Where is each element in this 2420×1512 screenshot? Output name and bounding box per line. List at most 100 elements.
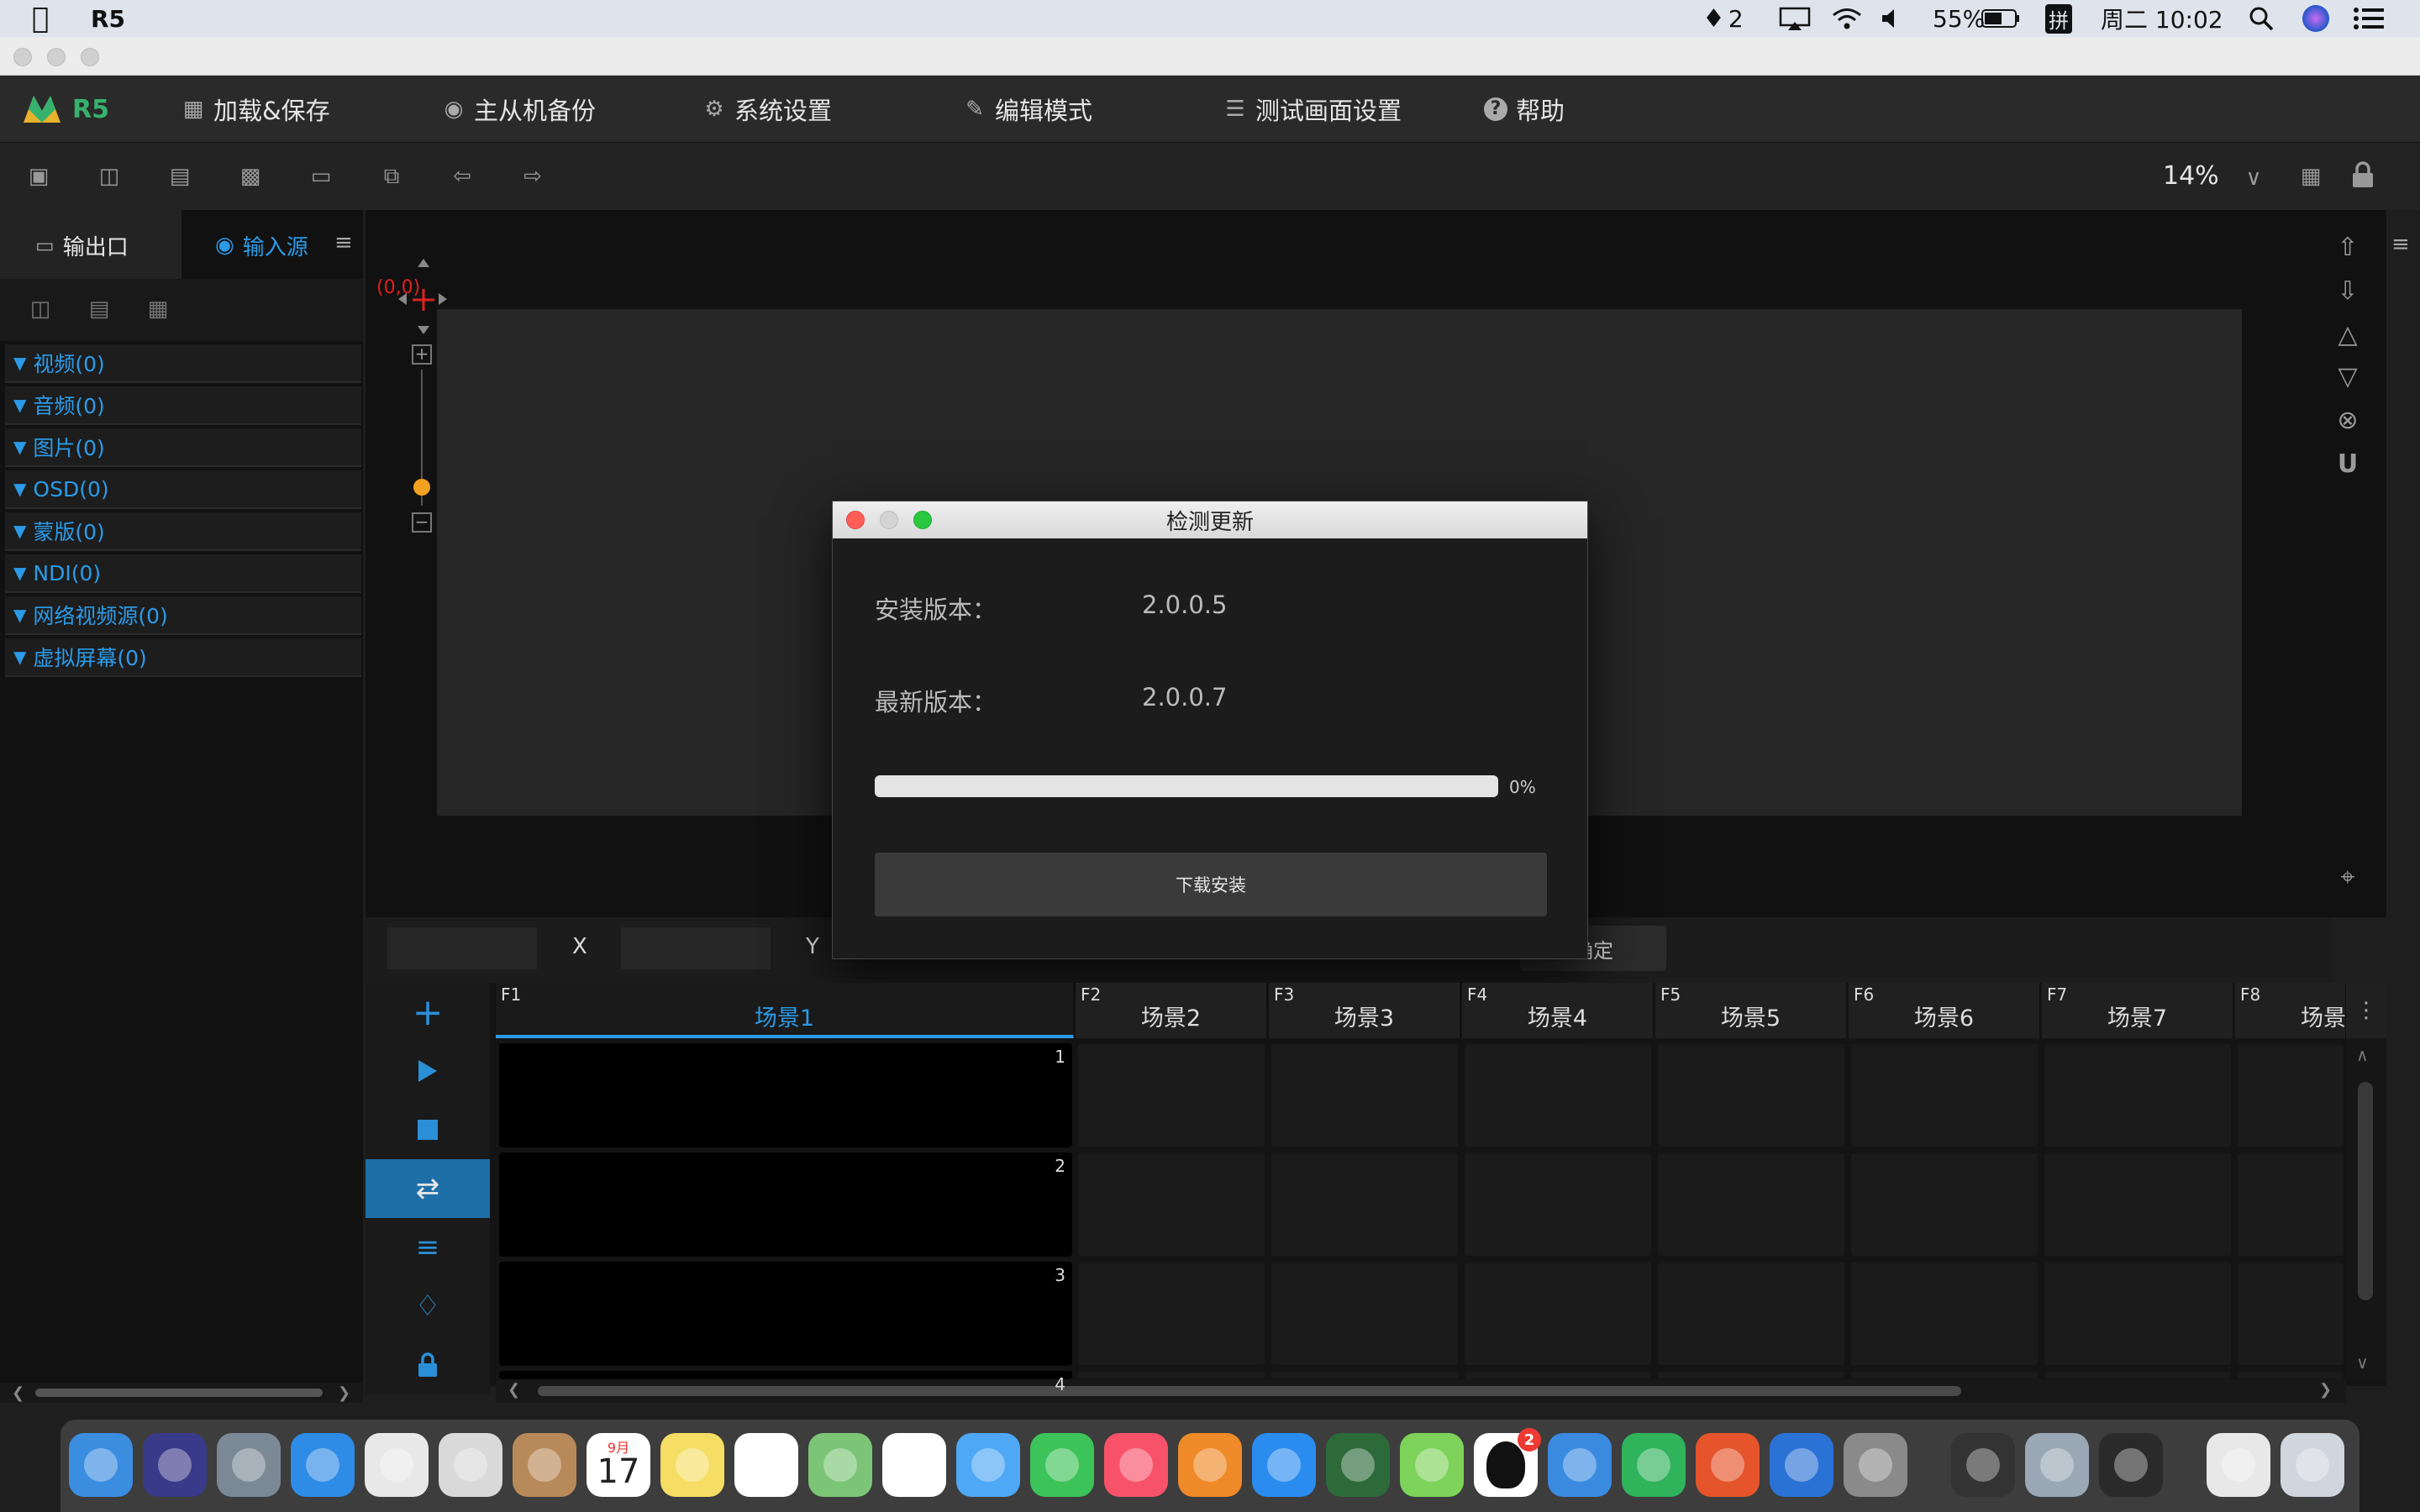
scroll-left-icon[interactable]: ❮ [508, 1381, 520, 1399]
scene-cell[interactable] [2237, 1262, 2344, 1366]
dock-preview[interactable] [439, 1433, 502, 1497]
dock-app-store[interactable] [1252, 1433, 1316, 1497]
scene-cell[interactable] [1657, 1043, 1845, 1147]
airplay-icon[interactable] [1778, 0, 1812, 37]
tab-scene-4[interactable]: F4 场景4 [1462, 983, 1654, 1038]
save-as-icon[interactable]: ▩ [235, 161, 266, 192]
scene-cell[interactable] [2044, 1262, 2232, 1366]
scroll-down-icon[interactable]: ∨ [2356, 1352, 2369, 1373]
scene-cell[interactable] [1077, 1152, 1265, 1257]
dock-pvp[interactable] [1326, 1433, 1390, 1497]
notification-center-icon[interactable] [2353, 0, 2385, 37]
clean-icon[interactable]: ♢ [366, 1277, 490, 1336]
dock-contacts[interactable] [513, 1433, 576, 1497]
grid-view-icon[interactable]: ▦ [143, 294, 173, 324]
fit-screen-icon[interactable]: ▦ [2296, 161, 2326, 192]
scene-main-cell[interactable]: 2 [499, 1152, 1072, 1257]
scene-cell[interactable] [1464, 1152, 1652, 1257]
dock-finder[interactable] [69, 1433, 133, 1497]
zoom-in-button[interactable]: + [412, 344, 432, 365]
tab-scene-7[interactable]: F7 场景7 [2042, 983, 2233, 1038]
dialog-close-button[interactable] [846, 511, 865, 529]
pan-control[interactable] [392, 255, 447, 336]
zoom-level[interactable]: 14% [2163, 161, 2219, 191]
dock-notes[interactable] [660, 1433, 724, 1497]
scene-main-cell[interactable]: 1 [499, 1043, 1072, 1147]
siri-icon[interactable] [2302, 0, 2329, 37]
menu-help[interactable]: ? 帮助 [1484, 76, 1565, 143]
tab-scene-6[interactable]: F6 场景6 [1849, 983, 2040, 1038]
scene-main-cell[interactable]: 4 [499, 1371, 1072, 1394]
dock-safari[interactable] [291, 1433, 355, 1497]
dock-document-stack[interactable] [2207, 1433, 2270, 1497]
name-field[interactable] [387, 927, 537, 969]
menubar-app-name[interactable]: R5 [91, 0, 125, 37]
horizontal-scrollbar[interactable]: ❮ ❯ [0, 1383, 363, 1403]
save-icon[interactable]: ▤ [165, 161, 195, 192]
scene-cell[interactable] [1464, 1371, 1652, 1379]
tab-scene-1[interactable]: F1 场景1 [496, 983, 1074, 1038]
dock-image-capture[interactable] [2025, 1433, 2089, 1497]
menu-test-pattern-settings[interactable]: ☰ 测试画面设置 [1223, 76, 1402, 143]
lock-scene-icon[interactable] [366, 1336, 490, 1394]
scene-cell[interactable] [2044, 1043, 2232, 1147]
menu-master-slave-backup[interactable]: ◉ 主从机备份 [442, 76, 596, 143]
scene-main-cell[interactable]: 3 [499, 1262, 1072, 1366]
dock-maps[interactable] [808, 1433, 872, 1497]
vertical-scrollbar[interactable]: ∧ ∨ [2346, 1038, 2386, 1379]
export-icon[interactable]: ⇨ [518, 161, 548, 192]
scene-cell[interactable] [1270, 1371, 1459, 1379]
qq-status-item[interactable]: ♦ 2 [1702, 0, 1744, 37]
zoom-slider-handle[interactable] [413, 479, 430, 496]
menu-edit-mode[interactable]: ✎ 编辑模式 [963, 76, 1092, 143]
scene-cell[interactable] [1850, 1152, 2039, 1257]
copy-icon[interactable]: ⧉ [376, 161, 407, 192]
open-folder-icon[interactable]: ◫ [94, 161, 124, 192]
scrollbar-thumb[interactable] [35, 1389, 323, 1397]
clear-layer-icon[interactable]: ⊗ [2332, 405, 2364, 437]
add-scene-icon[interactable]: + [366, 983, 490, 1042]
scene-cell[interactable] [1850, 1371, 2039, 1379]
scene-cell[interactable] [1270, 1152, 1459, 1257]
category-item[interactable]: ▼ 音频(0) [5, 386, 361, 425]
dock-photos[interactable] [882, 1433, 946, 1497]
category-item[interactable]: ▼ 视频(0) [5, 344, 361, 383]
loop-icon[interactable]: ⇄ [366, 1159, 490, 1218]
scroll-up-icon[interactable]: ∧ [2356, 1045, 2369, 1065]
scene-cell[interactable] [1850, 1043, 2039, 1147]
screen-icon[interactable]: ▭ [306, 161, 336, 192]
tab-output[interactable]: ▭ 输出口 [35, 217, 129, 274]
category-item[interactable]: ▼ 蒙版(0) [5, 512, 361, 551]
magnet-icon[interactable]: U [2332, 449, 2364, 480]
sort-icon[interactable]: ≡ [366, 1218, 490, 1277]
dock-reminders[interactable] [734, 1433, 798, 1497]
scene-cell[interactable] [1270, 1043, 1459, 1147]
bring-to-top-icon[interactable]: △ [2332, 319, 2364, 351]
import-icon[interactable]: ⇦ [447, 161, 477, 192]
category-item[interactable]: ▼ 网络视频源(0) [5, 596, 361, 635]
tab-scene-3[interactable]: F3 场景3 [1269, 983, 1460, 1038]
stop-icon[interactable] [366, 1100, 490, 1159]
wifi-icon[interactable] [1830, 0, 1864, 37]
dock-trash[interactable] [2281, 1433, 2344, 1497]
dock-excel[interactable] [1622, 1433, 1686, 1497]
collapse-panel-icon[interactable]: ≡ [334, 230, 353, 255]
dock-siri[interactable] [143, 1433, 207, 1497]
collapse-right-panel-icon[interactable]: ≡ [2391, 232, 2410, 257]
scene-horizontal-scrollbar[interactable]: ❮ ❯ [496, 1379, 2346, 1403]
minimize-window-button[interactable] [47, 48, 66, 66]
play-icon[interactable] [366, 1042, 490, 1100]
dock-chrome[interactable] [365, 1433, 429, 1497]
scene-cell[interactable] [1657, 1152, 1845, 1257]
x-input[interactable] [621, 927, 771, 969]
menu-system-settings[interactable]: ⚙ 系统设置 [702, 76, 832, 143]
send-backward-icon[interactable]: ⇩ [2332, 276, 2364, 307]
scene-cell[interactable] [1657, 1262, 1845, 1366]
dock-qq[interactable]: 2 [1474, 1428, 1541, 1497]
download-install-button[interactable]: 下载安装 [875, 853, 1547, 916]
dock-messages[interactable] [956, 1433, 1020, 1497]
scene-cell[interactable] [1464, 1043, 1652, 1147]
scene-cell[interactable] [2237, 1371, 2344, 1379]
volume-icon[interactable] [1881, 0, 1902, 37]
dialog-minimize-button[interactable] [880, 511, 898, 529]
